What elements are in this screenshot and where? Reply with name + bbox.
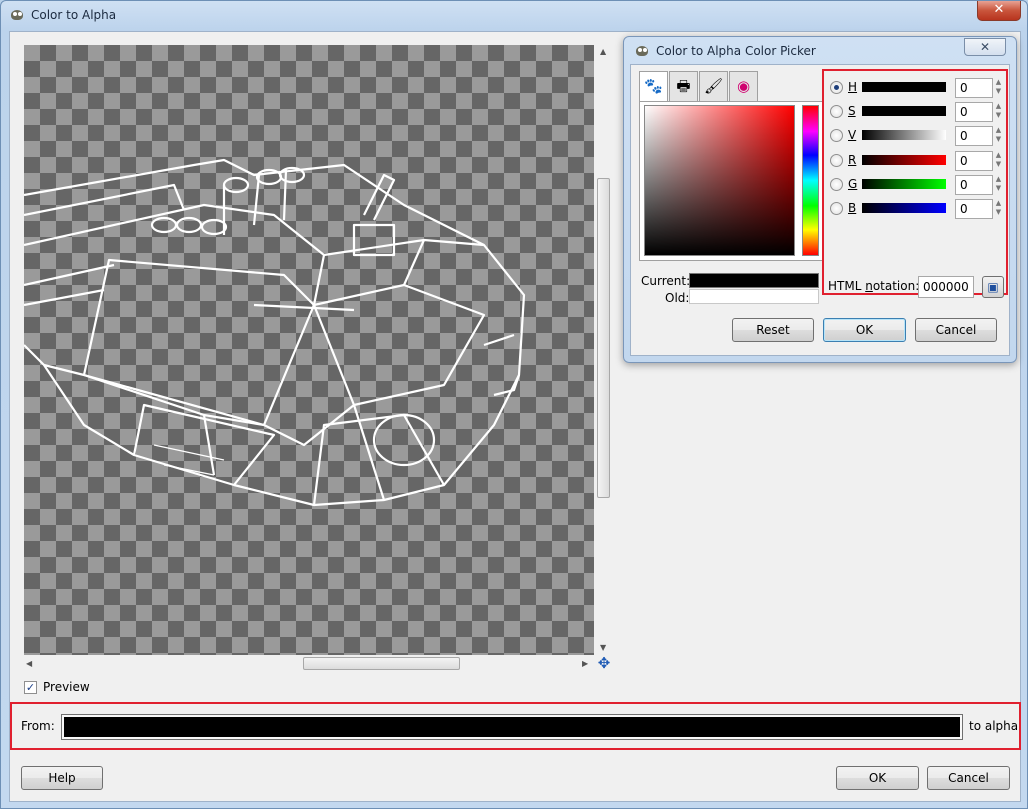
r-spin-buttons[interactable]: ▲ ▼ xyxy=(994,151,1003,171)
html-notation-row: HTML notation: 000000 ▣ xyxy=(828,274,1004,298)
color-picker-eyedropper-button[interactable]: ▣ xyxy=(982,276,1004,298)
h-radio[interactable] xyxy=(830,81,843,94)
picker-title: Color to Alpha Color Picker xyxy=(656,44,816,58)
html-notation-label: HTML notation: xyxy=(828,279,920,293)
slider-row-s: S 0 ▲ ▼ xyxy=(824,100,1006,122)
r-label: R xyxy=(848,153,857,167)
picker-close-button[interactable]: ✕ xyxy=(964,38,1006,56)
scroll-right-arrow-icon[interactable]: ▶ xyxy=(582,659,588,668)
slider-row-g: G 0 ▲ ▼ xyxy=(824,173,1006,195)
b-slider[interactable] xyxy=(862,203,946,213)
hue-strip[interactable] xyxy=(802,105,819,256)
g-label: G xyxy=(848,177,858,191)
title-bar: Color to Alpha ✕ xyxy=(1,1,1027,29)
picker-body: 🐾 🖶 🖌 ◉ Current: Old: H 0 ▲ ▼ S 0 ▲ ▼ V … xyxy=(630,64,1010,356)
color-wheel-tab-icon[interactable]: ◉ xyxy=(729,71,758,101)
v-value-field[interactable]: 0 xyxy=(955,126,993,146)
reset-button[interactable]: Reset xyxy=(732,318,814,342)
from-color-button[interactable] xyxy=(61,714,963,740)
html-notation-input[interactable]: 000000 xyxy=(918,276,974,298)
b-radio[interactable] xyxy=(830,202,843,215)
printer-tab-icon[interactable]: 🖶 xyxy=(669,71,698,101)
g-radio[interactable] xyxy=(830,178,843,191)
preview-label: Preview xyxy=(43,680,90,694)
s-spin-buttons[interactable]: ▲ ▼ xyxy=(994,102,1003,122)
v-spin-buttons[interactable]: ▲ ▼ xyxy=(994,126,1003,146)
navigate-move-icon[interactable]: ✥ xyxy=(596,656,612,672)
preview-checkbox-row[interactable]: ✓ Preview xyxy=(24,680,90,694)
r-slider[interactable] xyxy=(862,155,946,165)
color-selector-tabs: 🐾 🖶 🖌 ◉ xyxy=(639,71,759,102)
ok-button[interactable]: OK xyxy=(836,766,919,790)
window-title: Color to Alpha xyxy=(31,8,117,22)
color-to-alpha-window: Color to Alpha ✕ ▲ ▼ ◀ ▶ ✥ ✓ Preview Fro… xyxy=(0,0,1028,809)
old-color-swatch xyxy=(689,289,819,304)
preview-horizontal-scrollbar[interactable]: ◀ ▶ xyxy=(24,656,594,672)
picker-ok-button[interactable]: OK xyxy=(823,318,906,342)
slider-row-r: R 0 ▲ ▼ xyxy=(824,149,1006,171)
vertical-scroll-thumb[interactable] xyxy=(597,178,610,498)
picker-title-bar: Color to Alpha Color Picker xyxy=(634,43,816,59)
color-picker-dialog: Color to Alpha Color Picker ✕ 🐾 🖶 🖌 ◉ Cu… xyxy=(623,36,1017,363)
preview-image xyxy=(24,158,526,507)
preview-vertical-scrollbar[interactable]: ▲ ▼ xyxy=(596,45,612,655)
gimp-icon xyxy=(634,43,650,59)
b-label: B xyxy=(848,201,857,215)
old-label: Old: xyxy=(665,291,690,305)
v-radio[interactable] xyxy=(830,129,843,142)
to-alpha-label: to alpha xyxy=(969,719,1019,733)
s-value-field[interactable]: 0 xyxy=(955,102,993,122)
scroll-down-arrow-icon[interactable]: ▼ xyxy=(600,643,606,652)
scroll-up-arrow-icon[interactable]: ▲ xyxy=(600,47,606,56)
g-slider[interactable] xyxy=(862,179,946,189)
color-selector-panel xyxy=(639,101,823,261)
brush-tab-icon[interactable]: 🖌 xyxy=(699,71,728,101)
r-value-field[interactable]: 0 xyxy=(955,151,993,171)
current-color-swatch xyxy=(689,273,819,288)
b-spin-buttons[interactable]: ▲ ▼ xyxy=(994,199,1003,219)
g-spin-buttons[interactable]: ▲ ▼ xyxy=(994,175,1003,195)
s-label: S xyxy=(848,104,856,118)
r-radio[interactable] xyxy=(830,154,843,167)
current-label: Current: xyxy=(641,274,691,288)
horizontal-scroll-thumb[interactable] xyxy=(303,657,460,670)
slider-row-b: B 0 ▲ ▼ xyxy=(824,197,1006,219)
g-value-field[interactable]: 0 xyxy=(955,175,993,195)
s-radio[interactable] xyxy=(830,105,843,118)
window-close-button[interactable]: ✕ xyxy=(977,1,1021,21)
h-slider[interactable] xyxy=(862,82,946,92)
cancel-button[interactable]: Cancel xyxy=(927,766,1010,790)
help-button[interactable]: Help xyxy=(21,766,103,790)
slider-row-v: V 0 ▲ ▼ xyxy=(824,124,1006,146)
v-label: V xyxy=(848,128,857,142)
b-value-field[interactable]: 0 xyxy=(955,199,993,219)
gimp-icon xyxy=(9,7,25,23)
preview-canvas[interactable] xyxy=(24,45,594,655)
channel-sliders-panel: H 0 ▲ ▼ S 0 ▲ ▼ V 0 ▲ ▼ R 0 ▲ ▼ G 0 ▲ ▼ … xyxy=(822,69,1008,298)
gimp-tab-icon[interactable]: 🐾 xyxy=(639,71,668,102)
h-spin-buttons[interactable]: ▲ ▼ xyxy=(994,78,1003,98)
scroll-left-arrow-icon[interactable]: ◀ xyxy=(26,659,32,668)
slider-row-h: H 0 ▲ ▼ xyxy=(824,76,1006,98)
from-label: From: xyxy=(21,719,55,733)
saturation-value-square[interactable] xyxy=(644,105,795,256)
from-color-swatch xyxy=(64,717,960,737)
h-value-field[interactable]: 0 xyxy=(955,78,993,98)
v-slider[interactable] xyxy=(862,130,946,140)
h-label: H xyxy=(848,80,858,94)
s-slider[interactable] xyxy=(862,106,946,116)
from-color-row: From: to alpha xyxy=(10,702,1021,750)
preview-checkbox[interactable]: ✓ xyxy=(24,680,37,694)
picker-cancel-button[interactable]: Cancel xyxy=(915,318,997,342)
